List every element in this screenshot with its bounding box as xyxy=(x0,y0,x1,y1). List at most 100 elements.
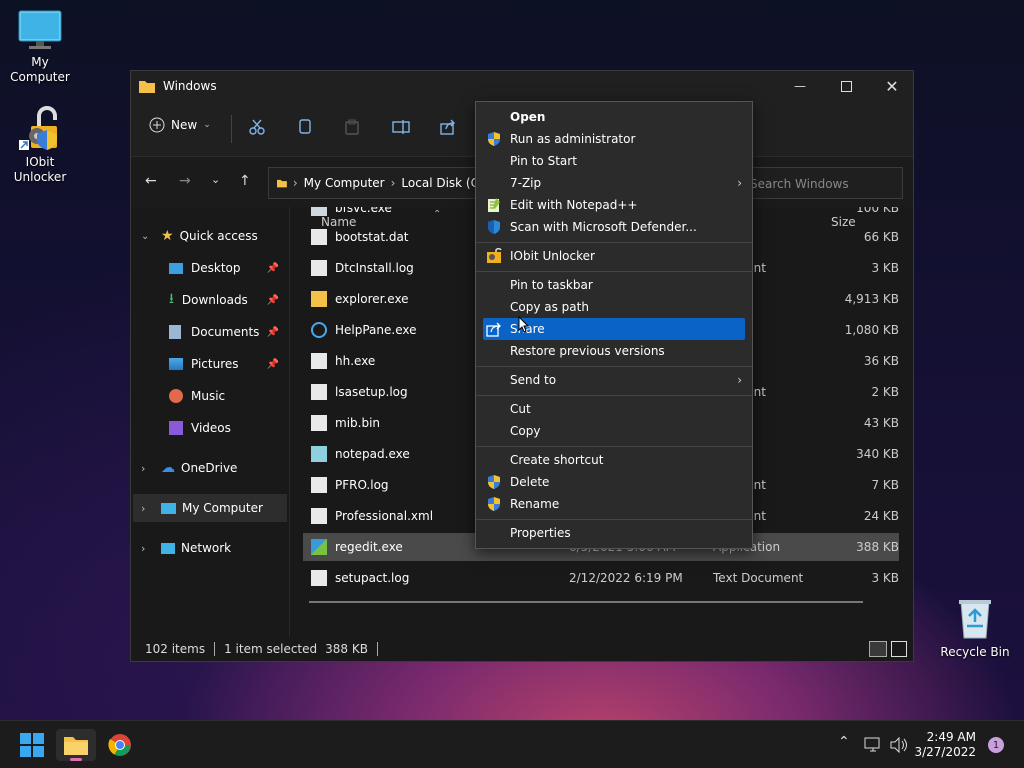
uac-shield-icon xyxy=(488,497,500,511)
menu-item-label: Copy as path xyxy=(510,300,589,314)
menu-item-delete[interactable]: Delete xyxy=(476,471,752,493)
sidebar-item-network[interactable]: › Network xyxy=(141,534,231,562)
uac-shield-icon xyxy=(488,132,500,146)
sidebar-item-my-computer[interactable]: › My Computer xyxy=(133,494,287,522)
sidebar-item-label: Documents xyxy=(191,325,260,339)
menu-item-run-as-administrator[interactable]: Run as administrator xyxy=(476,128,752,150)
desktop-icon-iobit-unlocker[interactable]: IObit Unlocker xyxy=(0,106,80,185)
sidebar-item-downloads[interactable]: ⭳ Downloads 📌 xyxy=(169,286,289,314)
file-size: 66 KB xyxy=(863,230,899,244)
help-icon xyxy=(311,322,327,338)
menu-item-restore-previous-versions[interactable]: Restore previous versions xyxy=(476,340,752,362)
minimize-button[interactable]: — xyxy=(777,71,823,101)
sidebar-item-onedrive[interactable]: › ☁ OneDrive xyxy=(141,454,237,482)
menu-item-pin-to-taskbar[interactable]: Pin to taskbar xyxy=(476,274,752,296)
horizontal-scrollbar[interactable] xyxy=(309,601,863,603)
desktop-icon-my-computer[interactable]: My Computer xyxy=(0,8,80,85)
up-button[interactable]: ↑ xyxy=(239,173,251,189)
search-input[interactable]: Search Windows xyxy=(741,167,903,199)
file-name: DtcInstall.log xyxy=(335,261,414,275)
sidebar-item-label: Music xyxy=(191,389,226,403)
pin-icon: 📌 xyxy=(266,294,279,306)
menu-item-label: Cut xyxy=(510,402,531,416)
breadcrumb-local-disk[interactable]: Local Disk (C xyxy=(401,176,479,190)
recent-locations-button[interactable]: ⌄ xyxy=(211,173,220,186)
minimize-icon: — xyxy=(794,79,806,93)
uac-shield-icon xyxy=(488,475,500,489)
sidebar-item-videos[interactable]: Videos xyxy=(169,414,289,442)
share-icon[interactable] xyxy=(440,119,456,135)
notepad-icon xyxy=(311,446,327,462)
file-size: 100 KB xyxy=(856,207,899,215)
rename-icon[interactable] xyxy=(392,119,410,135)
menu-item-label: Pin to Start xyxy=(510,154,577,168)
chevron-right-icon: › xyxy=(141,461,146,475)
file-date: 2/12/2022 6:19 PM xyxy=(569,571,683,585)
menu-item-pin-to-start[interactable]: Pin to Start xyxy=(476,150,752,172)
desktop-icon-recycle-bin[interactable]: Recycle Bin xyxy=(935,596,1015,660)
chrome-taskbar-button[interactable] xyxy=(100,729,140,761)
taskbar: ⌃ 2:49 AM 3/27/2022 1 xyxy=(0,720,1024,768)
network-icon[interactable] xyxy=(864,737,882,753)
menu-item-scan-with-defender[interactable]: Scan with Microsoft Defender... xyxy=(476,216,752,238)
details-view-button[interactable] xyxy=(869,641,887,657)
chevron-up-icon[interactable]: ⌃ xyxy=(838,734,850,750)
tiles-view-button[interactable] xyxy=(891,641,907,657)
file-name: bootstat.dat xyxy=(335,230,409,244)
star-icon: ★ xyxy=(161,228,174,244)
file-name: PFRO.log xyxy=(335,478,389,492)
window-title: Windows xyxy=(163,79,217,93)
cloud-icon: ☁ xyxy=(161,460,175,476)
breadcrumb-my-computer[interactable]: My Computer xyxy=(304,176,385,190)
windows-logo-icon xyxy=(20,733,44,757)
volume-icon[interactable] xyxy=(890,737,908,753)
menu-item-send-to[interactable]: Send to › xyxy=(476,369,752,391)
file-name: explorer.exe xyxy=(335,292,409,306)
menu-item-label: Rename xyxy=(510,497,560,511)
back-button[interactable]: ← xyxy=(145,173,157,189)
menu-item-create-shortcut[interactable]: Create shortcut xyxy=(476,449,752,471)
menu-item-label: Delete xyxy=(510,475,550,489)
menu-item-iobit-unlocker[interactable]: IObit Unlocker xyxy=(476,245,752,267)
close-button[interactable]: ✕ xyxy=(869,71,915,101)
menu-item-rename[interactable]: Rename xyxy=(476,493,752,515)
pin-icon: 📌 xyxy=(266,262,279,274)
menu-item-label: Scan with Microsoft Defender... xyxy=(510,220,697,234)
copy-icon[interactable] xyxy=(297,119,313,135)
download-icon: ⭳ xyxy=(169,291,174,307)
menu-item-label: Pin to taskbar xyxy=(510,278,593,292)
start-button[interactable] xyxy=(12,729,52,761)
sidebar-item-documents[interactable]: Documents 📌 xyxy=(169,318,289,346)
selection-size: 388 KB xyxy=(325,642,368,656)
sidebar-item-label: Quick access xyxy=(179,229,258,243)
paste-icon[interactable] xyxy=(344,119,360,135)
menu-separator xyxy=(476,519,752,520)
file-size: 4,913 KB xyxy=(844,292,899,306)
menu-item-open[interactable]: Open xyxy=(476,106,752,128)
text-file-icon xyxy=(311,570,327,586)
file-size: 3 KB xyxy=(871,261,899,275)
file-explorer-taskbar-button[interactable] xyxy=(56,729,96,761)
notification-badge[interactable]: 1 xyxy=(988,737,1004,753)
file-row[interactable]: setupact.log 2/12/2022 6:19 PM Text Docu… xyxy=(303,564,899,592)
forward-button[interactable]: → xyxy=(179,173,191,189)
cut-icon[interactable] xyxy=(249,119,265,135)
sidebar-item-quick-access[interactable]: ⌄ ★ Quick access xyxy=(141,222,258,250)
file-type: Text Document xyxy=(713,571,804,585)
address-bar[interactable]: › My Computer › Local Disk (C xyxy=(268,167,480,199)
sidebar-item-music[interactable]: Music xyxy=(169,382,289,410)
new-button[interactable]: New ⌄ xyxy=(149,117,211,133)
menu-item-copy[interactable]: Copy xyxy=(476,420,752,442)
clock[interactable]: 2:49 AM 3/27/2022 xyxy=(914,730,976,760)
menu-item-7-zip[interactable]: 7-Zip › xyxy=(476,172,752,194)
divider xyxy=(214,642,216,656)
explorer-folder-icon xyxy=(311,291,327,307)
menu-item-copy-as-path[interactable]: Copy as path xyxy=(476,296,752,318)
sidebar-item-pictures[interactable]: Pictures 📌 xyxy=(169,350,289,378)
menu-item-properties[interactable]: Properties xyxy=(476,522,752,544)
menu-item-label: Properties xyxy=(510,526,571,540)
sidebar-item-desktop[interactable]: Desktop 📌 xyxy=(169,254,289,282)
menu-item-edit-with-notepad-plus-plus[interactable]: Edit with Notepad++ xyxy=(476,194,752,216)
maximize-button[interactable] xyxy=(823,71,869,101)
menu-item-cut[interactable]: Cut xyxy=(476,398,752,420)
